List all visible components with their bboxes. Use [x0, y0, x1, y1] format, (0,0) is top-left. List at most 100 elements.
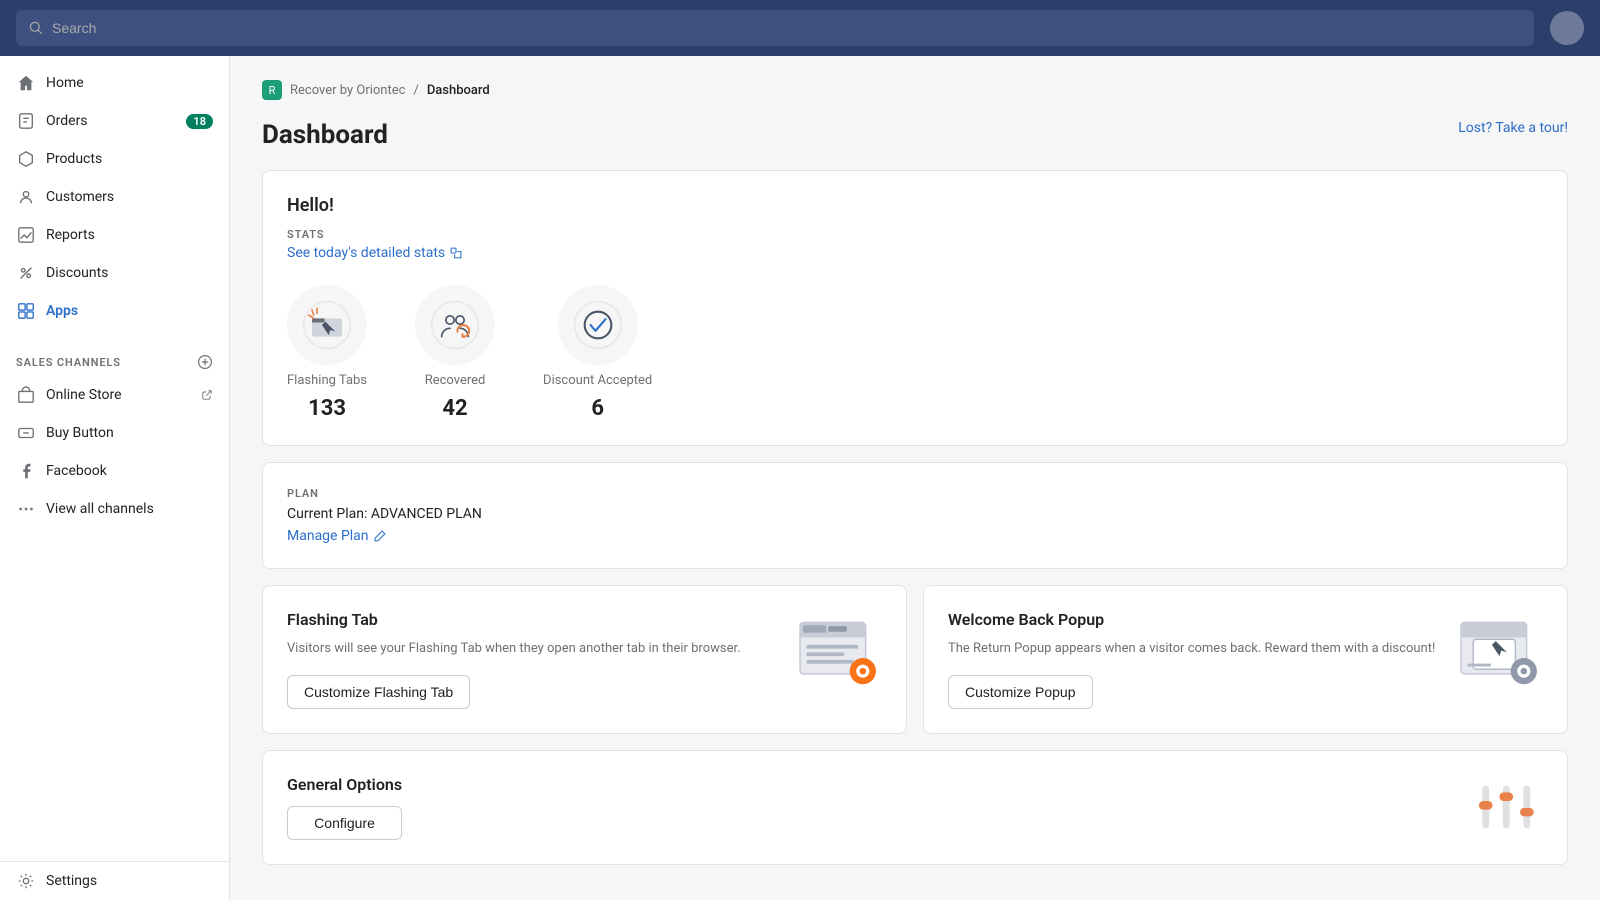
- stats-detail-link[interactable]: See today's detailed stats: [287, 245, 1543, 261]
- sidebar-item-apps[interactable]: Apps: [0, 292, 229, 330]
- facebook-icon: [16, 461, 36, 481]
- sidebar-item-online-store[interactable]: Online Store: [0, 376, 229, 414]
- flashing-tabs-icon: [302, 300, 352, 350]
- sidebar-item-discounts-label: Discounts: [46, 265, 108, 281]
- sidebar-item-orders-label: Orders: [46, 113, 88, 129]
- sidebar-item-facebook-label: Facebook: [46, 463, 107, 479]
- feature-cards-row: Flashing Tab Visitors will see your Flas…: [262, 585, 1568, 734]
- search-input[interactable]: [52, 20, 1522, 36]
- stat-discount-accepted: Discount Accepted 6: [543, 285, 652, 421]
- page-title: Dashboard: [262, 120, 388, 150]
- general-options-content: General Options Configure: [287, 775, 402, 840]
- recovered-icon-circle: [415, 285, 495, 365]
- sidebar-bottom: Settings: [0, 861, 229, 900]
- sliders-icon: [1473, 777, 1543, 837]
- sidebar-item-settings-label: Settings: [46, 873, 97, 889]
- plan-current-text: Current Plan: ADVANCED PLAN: [287, 506, 1543, 522]
- settings-icon: [16, 871, 36, 891]
- sidebar-item-view-all-channels[interactable]: View all channels: [0, 490, 229, 528]
- customize-popup-button[interactable]: Customize Popup: [948, 675, 1093, 709]
- sidebar-item-customers[interactable]: Customers: [0, 178, 229, 216]
- discount-accepted-label: Discount Accepted: [543, 373, 652, 388]
- apps-icon: [16, 301, 36, 321]
- stat-recovered: Recovered 42: [415, 285, 495, 421]
- manage-plan-link[interactable]: Manage Plan: [287, 528, 1543, 544]
- recovered-icon: [430, 300, 480, 350]
- recovered-label: Recovered: [425, 373, 486, 388]
- flashing-tab-content: Flashing Tab Visitors will see your Flas…: [287, 610, 776, 709]
- welcome-back-feature-card: Welcome Back Popup The Return Popup appe…: [923, 585, 1568, 734]
- sidebar-item-discounts[interactable]: Discounts: [0, 254, 229, 292]
- flashing-tabs-value: 133: [308, 396, 346, 421]
- welcome-back-content: Welcome Back Popup The Return Popup appe…: [948, 610, 1437, 709]
- buy-button-icon: [16, 423, 36, 443]
- flashing-tab-image: [792, 610, 882, 690]
- avatar: [1550, 11, 1584, 45]
- discounts-icon: [16, 263, 36, 283]
- stat-flashing-tabs: Flashing Tabs 133: [287, 285, 367, 421]
- reports-icon: [16, 225, 36, 245]
- plan-card: PLAN Current Plan: ADVANCED PLAN Manage …: [262, 462, 1568, 569]
- sales-channels-label: SALES CHANNELS: [16, 356, 121, 369]
- stats-link-icon: [449, 246, 463, 260]
- discount-accepted-value: 6: [591, 396, 604, 421]
- welcome-back-image: [1453, 610, 1543, 690]
- sidebar-item-buy-button-label: Buy Button: [46, 425, 114, 441]
- flashing-tabs-label: Flashing Tabs: [287, 373, 367, 388]
- tour-link[interactable]: Lost? Take a tour!: [1458, 120, 1568, 136]
- welcome-back-title: Welcome Back Popup: [948, 610, 1437, 629]
- add-channel-icon[interactable]: [197, 354, 213, 370]
- sidebar-item-orders[interactable]: Orders 18: [0, 102, 229, 140]
- online-store-icon: [16, 385, 36, 405]
- sidebar-item-online-store-label: Online Store: [46, 387, 122, 403]
- hello-text: Hello!: [287, 195, 1543, 216]
- sidebar-item-reports[interactable]: Reports: [0, 216, 229, 254]
- search-icon: [28, 20, 44, 36]
- stats-grid: Flashing Tabs 133: [287, 285, 1543, 421]
- main-content: R Recover by Oriontec / Dashboard Dashbo…: [230, 56, 1600, 900]
- sidebar-item-home-label: Home: [46, 75, 84, 91]
- sidebar-item-reports-label: Reports: [46, 227, 95, 243]
- stats-link-text: See today's detailed stats: [287, 245, 445, 261]
- sidebar-item-products[interactable]: Products: [0, 140, 229, 178]
- welcome-back-desc: The Return Popup appears when a visitor …: [948, 639, 1437, 659]
- stats-card: Hello! STATS See today's detailed stats: [262, 170, 1568, 446]
- sidebar: Home Orders 18 Products Customers: [0, 56, 230, 900]
- flashing-tabs-icon-circle: [287, 285, 367, 365]
- sidebar-item-settings[interactable]: Settings: [0, 862, 229, 900]
- flashing-tab-illustration: [795, 613, 880, 688]
- recovered-value: 42: [442, 396, 467, 421]
- flashing-tab-feature-card: Flashing Tab Visitors will see your Flas…: [262, 585, 907, 734]
- sidebar-item-customers-label: Customers: [46, 189, 114, 205]
- discount-icon-circle: [558, 285, 638, 365]
- customers-icon: [16, 187, 36, 207]
- general-options-illustration: [1473, 777, 1543, 837]
- orders-icon: [16, 111, 36, 131]
- plan-section-label: PLAN: [287, 487, 1543, 500]
- orders-badge: 18: [186, 114, 213, 129]
- flashing-tab-title: Flashing Tab: [287, 610, 776, 629]
- welcome-back-illustration: [1456, 613, 1541, 688]
- home-icon: [16, 73, 36, 93]
- configure-button[interactable]: Configure: [287, 806, 402, 840]
- sidebar-item-buy-button[interactable]: Buy Button: [0, 414, 229, 452]
- breadcrumb-current: Dashboard: [427, 83, 490, 98]
- sidebar-item-facebook[interactable]: Facebook: [0, 452, 229, 490]
- app-logo-icon: R: [262, 80, 282, 100]
- sidebar-item-home[interactable]: Home: [0, 64, 229, 102]
- breadcrumb-app-name: Recover by Oriontec: [290, 83, 405, 98]
- view-all-channels-label: View all channels: [46, 501, 154, 517]
- manage-plan-label: Manage Plan: [287, 528, 369, 544]
- topbar: [0, 0, 1600, 56]
- flashing-tab-desc: Visitors will see your Flashing Tab when…: [287, 639, 776, 659]
- products-icon: [16, 149, 36, 169]
- sidebar-item-products-label: Products: [46, 151, 102, 167]
- more-icon: [16, 499, 36, 519]
- general-options-title: General Options: [287, 775, 402, 794]
- sidebar-item-apps-label: Apps: [46, 303, 78, 319]
- pencil-icon: [373, 529, 387, 543]
- search-bar[interactable]: [16, 10, 1534, 46]
- customize-flashing-tab-button[interactable]: Customize Flashing Tab: [287, 675, 470, 709]
- breadcrumb: R Recover by Oriontec / Dashboard: [262, 80, 1568, 100]
- general-options-card: General Options Configure: [262, 750, 1568, 865]
